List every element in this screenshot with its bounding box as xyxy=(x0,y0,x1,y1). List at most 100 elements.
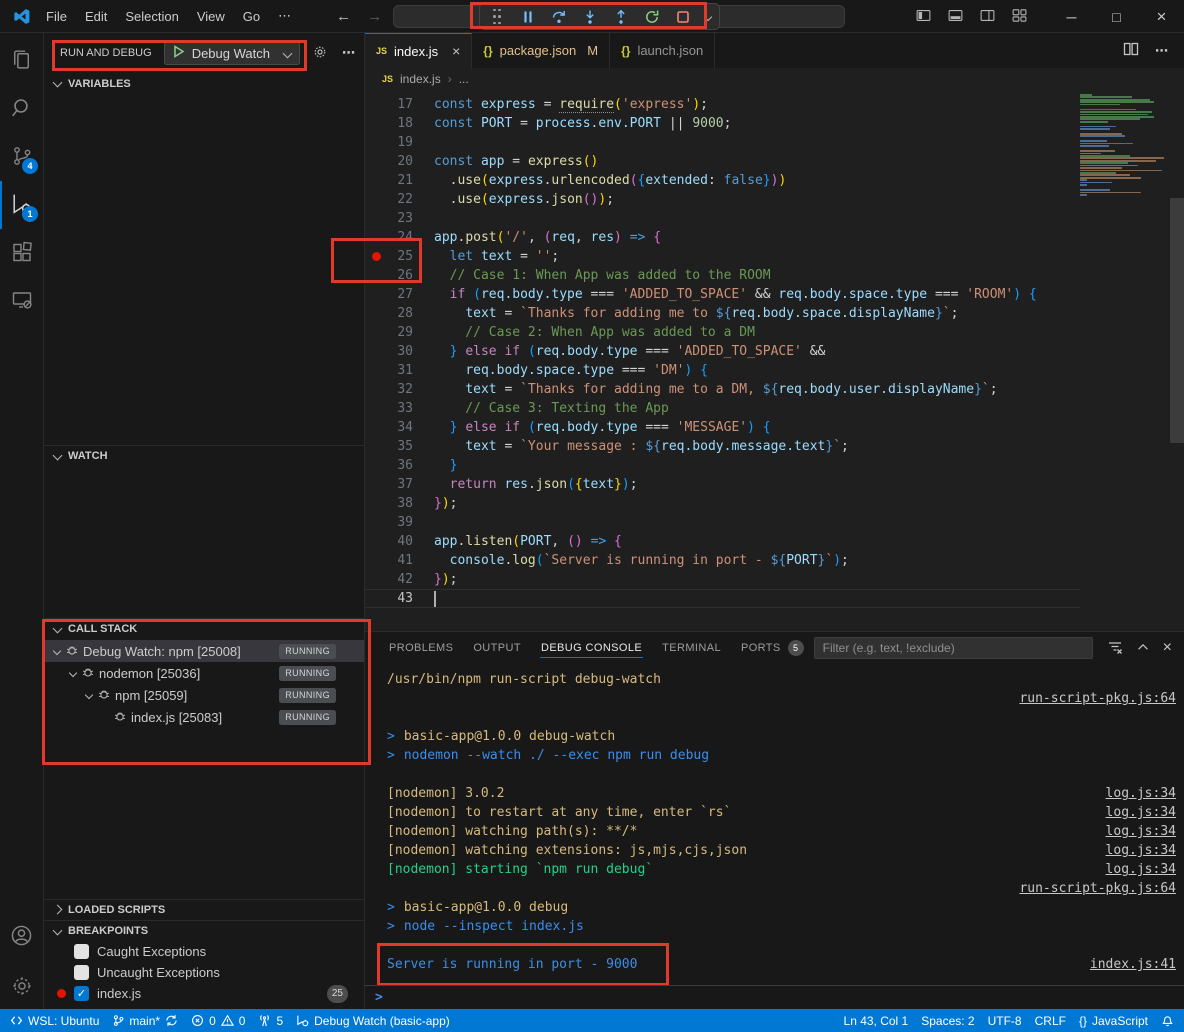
call-stack-section-header[interactable]: CALL STACK xyxy=(44,618,364,639)
loaded-scripts-section-header[interactable]: LOADED SCRIPTS xyxy=(44,899,364,920)
step-into-icon[interactable] xyxy=(581,8,599,26)
glyph-margin[interactable] xyxy=(365,437,387,456)
split-editor-icon[interactable] xyxy=(1123,41,1139,60)
source-link[interactable]: run-script-pkg.js:64 xyxy=(1019,881,1176,896)
breakpoint-dot[interactable] xyxy=(365,247,387,266)
code-line[interactable]: 19 xyxy=(365,133,1080,152)
glyph-margin[interactable] xyxy=(365,513,387,532)
panel-tab-terminal[interactable]: TERMINAL xyxy=(652,632,731,664)
step-over-icon[interactable] xyxy=(550,8,568,26)
code-editor[interactable]: 17const express = require('express');18c… xyxy=(365,90,1184,631)
breadcrumb-rest[interactable]: ... xyxy=(459,72,469,86)
watch-section-header[interactable]: WATCH xyxy=(44,445,364,466)
code-line[interactable]: 37 return res.json({text}); xyxy=(365,475,1080,494)
glyph-margin[interactable] xyxy=(365,228,387,247)
git-branch-status[interactable]: main* xyxy=(112,1014,178,1028)
checkbox-unchecked[interactable] xyxy=(74,965,89,980)
panel-tab-ports[interactable]: PORTS5 xyxy=(731,632,814,664)
source-link[interactable]: run-script-pkg.js:64 xyxy=(1019,691,1176,706)
source-link[interactable]: log.js:34 xyxy=(1106,862,1176,877)
glyph-margin[interactable] xyxy=(365,532,387,551)
panel-tab-debug-console[interactable]: DEBUG CONSOLE xyxy=(531,632,652,664)
minimize-icon[interactable]: ─ xyxy=(1049,0,1094,33)
variables-section-header[interactable]: VARIABLES xyxy=(44,73,364,94)
code-line[interactable]: 22 .use(express.json()); xyxy=(365,190,1080,209)
language-mode[interactable]: {} JavaScript xyxy=(1079,1014,1148,1028)
pause-icon[interactable] xyxy=(519,8,537,26)
minimap[interactable] xyxy=(1080,90,1170,199)
breakpoint-row[interactable]: Caught Exceptions xyxy=(44,941,364,962)
call-stack-row[interactable]: index.js [25083]RUNNING xyxy=(44,706,364,728)
toggle-sidebar-icon[interactable] xyxy=(915,7,932,27)
call-stack-row[interactable]: nodemon [25036]RUNNING xyxy=(44,662,364,684)
source-link[interactable]: index.js:41 xyxy=(1090,957,1176,972)
debug-config-dropdown[interactable]: Debug Watch xyxy=(164,41,300,65)
glyph-margin[interactable] xyxy=(365,361,387,380)
glyph-margin[interactable] xyxy=(365,456,387,475)
menu-more[interactable]: ⋯ xyxy=(269,8,300,24)
toolbar-chevron-down-icon[interactable] xyxy=(704,12,712,20)
code-line[interactable]: 42}); xyxy=(365,570,1080,589)
editor-more-icon[interactable]: ⋯ xyxy=(1155,43,1168,59)
glyph-margin[interactable] xyxy=(365,494,387,513)
code-line[interactable]: 32 text = `Thanks for adding me to a DM,… xyxy=(365,380,1080,399)
cursor-position[interactable]: Ln 43, Col 1 xyxy=(844,1014,909,1028)
glyph-margin[interactable] xyxy=(365,209,387,228)
glyph-margin[interactable] xyxy=(365,380,387,399)
encoding[interactable]: UTF-8 xyxy=(988,1014,1022,1028)
glyph-margin[interactable] xyxy=(365,95,387,114)
code-line[interactable]: 31 req.body.space.type === 'DM') { xyxy=(365,361,1080,380)
back-arrow-icon[interactable]: ← xyxy=(336,8,351,25)
glyph-margin[interactable] xyxy=(365,589,387,608)
editor-scrollbar[interactable] xyxy=(1170,198,1184,443)
tab-launch.json[interactable]: {}launch.json xyxy=(610,33,715,68)
glyph-margin[interactable] xyxy=(365,418,387,437)
code-line[interactable]: 27 if (req.body.type === 'ADDED_TO_SPACE… xyxy=(365,285,1080,304)
step-out-icon[interactable] xyxy=(612,8,630,26)
code-line[interactable]: 26 // Case 1: When App was added to the … xyxy=(365,266,1080,285)
code-line[interactable]: 21 .use(express.urlencoded({extended: fa… xyxy=(365,171,1080,190)
glyph-margin[interactable] xyxy=(365,323,387,342)
notifications-bell[interactable] xyxy=(1161,1014,1174,1027)
glyph-margin[interactable] xyxy=(365,285,387,304)
code-line[interactable]: 39 xyxy=(365,513,1080,532)
forward-arrow-icon[interactable]: → xyxy=(367,8,382,25)
source-link[interactable]: log.js:34 xyxy=(1106,786,1176,801)
sidebar-item-remote-explorer[interactable] xyxy=(0,277,43,325)
menu-selection[interactable]: Selection xyxy=(116,9,187,24)
menu-edit[interactable]: Edit xyxy=(76,9,116,24)
toggle-secondary-sidebar-icon[interactable] xyxy=(979,7,996,27)
debug-console-output[interactable]: /usr/bin/npm run-script debug-watchrun-s… xyxy=(365,664,1184,985)
call-stack-row[interactable]: npm [25059]RUNNING xyxy=(44,684,364,706)
glyph-margin[interactable] xyxy=(365,266,387,285)
breadcrumb-file[interactable]: index.js xyxy=(400,72,441,86)
breakpoints-section-header[interactable]: BREAKPOINTS xyxy=(44,920,364,941)
problems-status[interactable]: 0 0 xyxy=(191,1014,245,1028)
code-line[interactable]: 24app.post('/', (req, res) => { xyxy=(365,228,1080,247)
glyph-margin[interactable] xyxy=(365,152,387,171)
code-line[interactable]: 25 let text = ''; xyxy=(365,247,1080,266)
code-line[interactable]: 20const app = express() xyxy=(365,152,1080,171)
sidebar-item-run-debug[interactable]: 1 xyxy=(0,181,43,229)
console-filter-input[interactable] xyxy=(814,637,1093,659)
code-line[interactable]: 28 text = `Thanks for adding me to ${req… xyxy=(365,304,1080,323)
call-stack-row[interactable]: Debug Watch: npm [25008]RUNNING xyxy=(44,640,364,662)
sidebar-item-extensions[interactable] xyxy=(0,229,43,277)
customize-layout-icon[interactable] xyxy=(1011,7,1028,27)
sidebar-item-explorer[interactable] xyxy=(0,37,43,85)
eol-sequence[interactable]: CRLF xyxy=(1035,1014,1066,1028)
code-line[interactable]: 18const PORT = process.env.PORT || 9000; xyxy=(365,114,1080,133)
indentation[interactable]: Spaces: 2 xyxy=(921,1014,974,1028)
debug-console-prompt[interactable]: > xyxy=(365,985,1184,1009)
glyph-margin[interactable] xyxy=(365,190,387,209)
panel-maximize-chevron-icon[interactable] xyxy=(1136,640,1150,657)
glyph-margin[interactable] xyxy=(365,114,387,133)
checkbox-unchecked[interactable] xyxy=(74,944,89,959)
panel-tab-output[interactable]: OUTPUT xyxy=(463,632,531,664)
code-line[interactable]: 29 // Case 2: When App was added to a DM xyxy=(365,323,1080,342)
menu-view[interactable]: View xyxy=(188,9,234,24)
stop-icon[interactable] xyxy=(674,8,692,26)
accounts-button[interactable] xyxy=(0,913,43,961)
code-line[interactable]: 41 console.log(`Server is running in por… xyxy=(365,551,1080,570)
panel-close-icon[interactable]: × xyxy=(1163,639,1172,657)
